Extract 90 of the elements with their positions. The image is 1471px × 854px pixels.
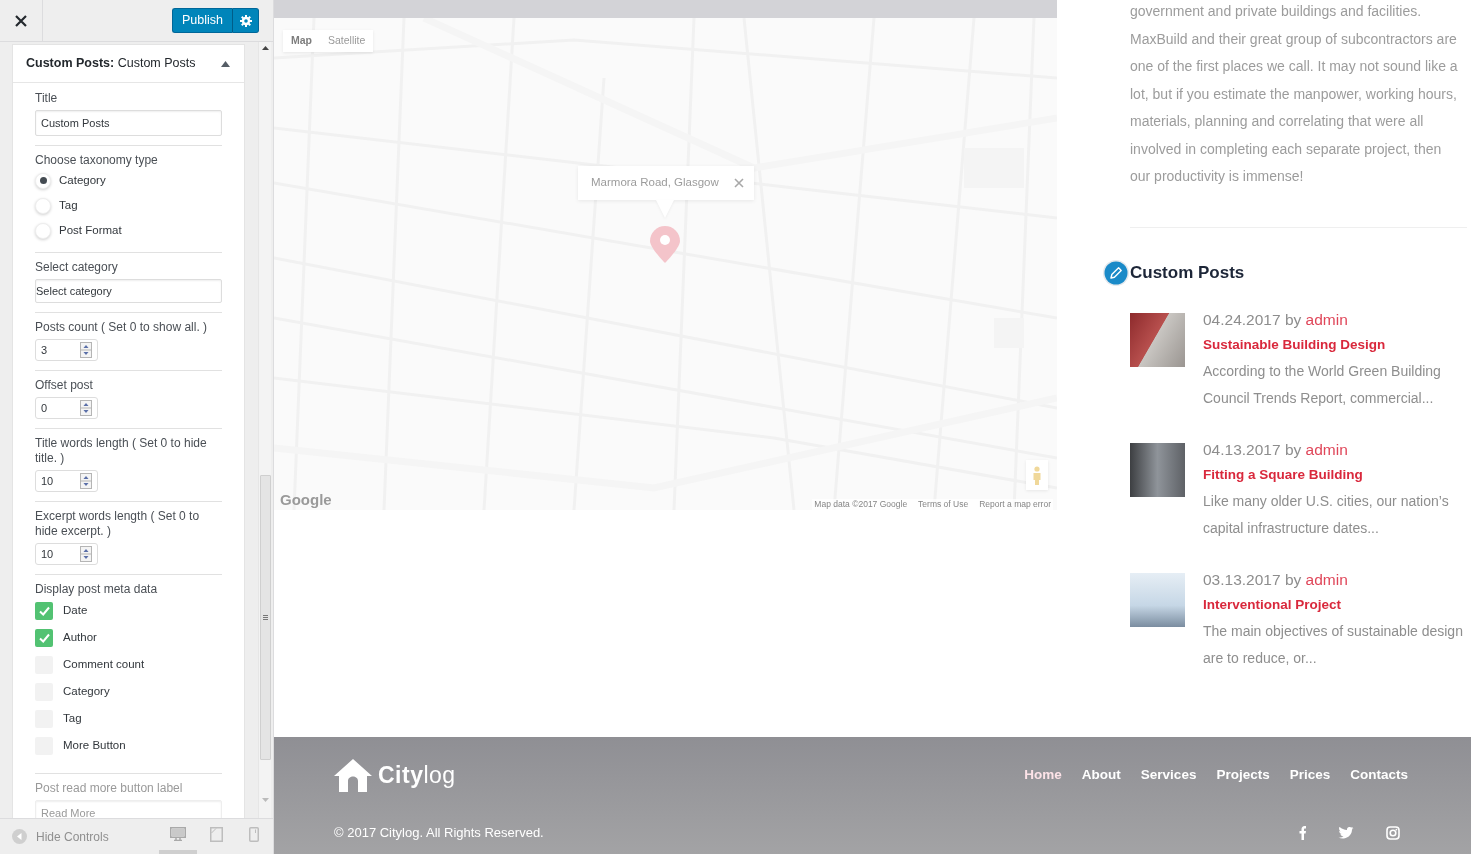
attribution-link[interactable]: Report a map error xyxy=(979,499,1051,510)
post-title-link[interactable]: Fitting a Square Building xyxy=(1203,460,1363,488)
post-title-link[interactable]: Sustainable Building Design xyxy=(1203,330,1386,358)
photo-placeholder[interactable] xyxy=(1130,442,1185,497)
select-field[interactable]: Select category xyxy=(35,279,222,303)
radio-label[interactable]: Tag xyxy=(59,196,78,215)
author-link[interactable]: admin xyxy=(1305,440,1348,458)
field-label: Title xyxy=(35,91,59,106)
map-type-button[interactable]: Satellite xyxy=(320,30,374,52)
scroll-up-icon[interactable] xyxy=(261,46,269,50)
street-view-button[interactable] xyxy=(1026,460,1048,490)
author-link[interactable]: admin xyxy=(1305,570,1348,588)
nav-link[interactable]: About xyxy=(1081,764,1121,786)
author-link[interactable]: admin xyxy=(1305,310,1348,328)
spinner-icon[interactable] xyxy=(80,473,92,489)
caret-up-icon[interactable] xyxy=(221,60,230,67)
person-icon xyxy=(1032,465,1042,485)
map-pin-icon[interactable] xyxy=(650,226,680,263)
radio-button[interactable] xyxy=(35,172,51,189)
close-icon xyxy=(15,14,27,27)
field-label: Select category xyxy=(35,260,119,275)
nav-link[interactable]: Prices xyxy=(1289,764,1331,786)
field-label: Display post meta data xyxy=(35,582,159,597)
intro-paragraph: government and private buildings and facilities. MaxBuild and their great group of subcontractors are one of the first places we call. It may not sound like a lot, but if you estimate the manpower, working hours, materials, planning and correlating that were all involved in completing each separate project, then our productivity is immense! xyxy=(1130,2,1459,186)
camera-icon[interactable] xyxy=(1386,826,1400,840)
photo-placeholder[interactable] xyxy=(1130,572,1185,627)
radio-button[interactable] xyxy=(35,222,51,239)
checkbox[interactable] xyxy=(35,628,53,647)
post-excerpt: Like many older U.S. cities, our nation’s capital infrastructure dates... xyxy=(1203,491,1450,538)
post-date: 03.13.2017 xyxy=(1203,570,1281,588)
scroll-down-icon[interactable] xyxy=(261,798,269,802)
radio-button[interactable] xyxy=(35,197,51,214)
field-label: Excerpt words length ( Set 0 to hide excerpt. ) xyxy=(35,509,201,539)
settings-icon xyxy=(239,14,252,27)
grip-icon xyxy=(262,615,268,620)
checkbox-label[interactable]: Comment count xyxy=(63,655,145,674)
nav-link[interactable]: Services xyxy=(1140,764,1197,786)
field-label: Post read more button label xyxy=(35,781,184,796)
logo-text[interactable]: Citylog xyxy=(378,757,456,793)
section-title[interactable]: Custom Posts: Custom Posts xyxy=(26,54,196,73)
checkbox-label[interactable]: Category xyxy=(63,682,110,701)
publish-button[interactable]: Publish xyxy=(172,8,232,33)
checkbox[interactable] xyxy=(35,601,53,620)
radio-label[interactable]: Category xyxy=(59,171,106,190)
post-date: 04.24.2017 xyxy=(1203,310,1281,328)
field-label: Offset post xyxy=(35,378,94,393)
tablet-icon xyxy=(209,827,223,842)
facebook-icon[interactable] xyxy=(1297,826,1306,840)
attribution-link[interactable]: Terms of Use xyxy=(918,499,969,510)
spinner-icon[interactable] xyxy=(80,546,92,562)
spinner-icon[interactable] xyxy=(80,342,92,358)
attribution-link[interactable]: Map data ©2017 Google xyxy=(814,499,908,510)
close-icon[interactable] xyxy=(734,178,744,188)
nav-link[interactable]: Contacts xyxy=(1350,764,1408,786)
post-date: 04.13.2017 xyxy=(1203,440,1281,458)
field-label: Choose taxonomy type xyxy=(35,153,159,168)
text-field[interactable]: Custom Posts xyxy=(35,110,222,136)
check-icon xyxy=(38,632,50,643)
map-logo: Google xyxy=(280,490,332,510)
bird-icon[interactable] xyxy=(1338,827,1354,839)
field-label: Posts count ( Set 0 to show all. ) xyxy=(35,320,209,335)
spinner-icon[interactable] xyxy=(80,400,92,416)
checkbox-label[interactable]: Date xyxy=(63,601,88,620)
field-label: Title words length ( Set 0 to hide title. ) xyxy=(35,436,208,466)
house-logo-icon[interactable] xyxy=(334,758,372,792)
info-window-text: Marmora Road, Glasgow xyxy=(591,175,719,191)
nav-link[interactable]: Home xyxy=(1024,764,1062,786)
post-excerpt: According to the World Green Building Council Trends Report, commercial... xyxy=(1203,361,1442,408)
radio-label[interactable]: Post Format xyxy=(59,221,122,240)
checkbox-label[interactable]: Tag xyxy=(63,709,82,728)
scrollbar-thumb[interactable] xyxy=(259,475,271,760)
byline-text: by xyxy=(1284,440,1302,458)
monitor-icon xyxy=(170,827,186,841)
byline-text: by xyxy=(1284,310,1302,328)
post-excerpt: The main objectives of sustainable design are to reduce, or... xyxy=(1203,621,1464,668)
hide-controls-button[interactable]: Hide Controls xyxy=(0,819,109,854)
check-icon xyxy=(38,605,50,616)
pencil-icon xyxy=(1103,259,1129,286)
checkbox-label[interactable]: More Button xyxy=(63,736,126,755)
copyright-text: © 2017 Citylog. All Rights Reserved. xyxy=(334,824,544,843)
text-field[interactable]: Read More xyxy=(35,800,222,818)
map-type-button[interactable]: Map xyxy=(283,30,320,52)
post-title-link[interactable]: Interventional Project xyxy=(1203,590,1342,618)
settings-button[interactable] xyxy=(232,8,259,33)
photo-placeholder[interactable] xyxy=(1130,312,1185,367)
checkbox-label[interactable]: Author xyxy=(63,628,97,647)
widget-title: Custom Posts xyxy=(1130,261,1245,284)
phone-icon xyxy=(249,827,259,842)
nav-link[interactable]: Projects xyxy=(1216,764,1270,786)
byline-text: by xyxy=(1284,570,1302,588)
